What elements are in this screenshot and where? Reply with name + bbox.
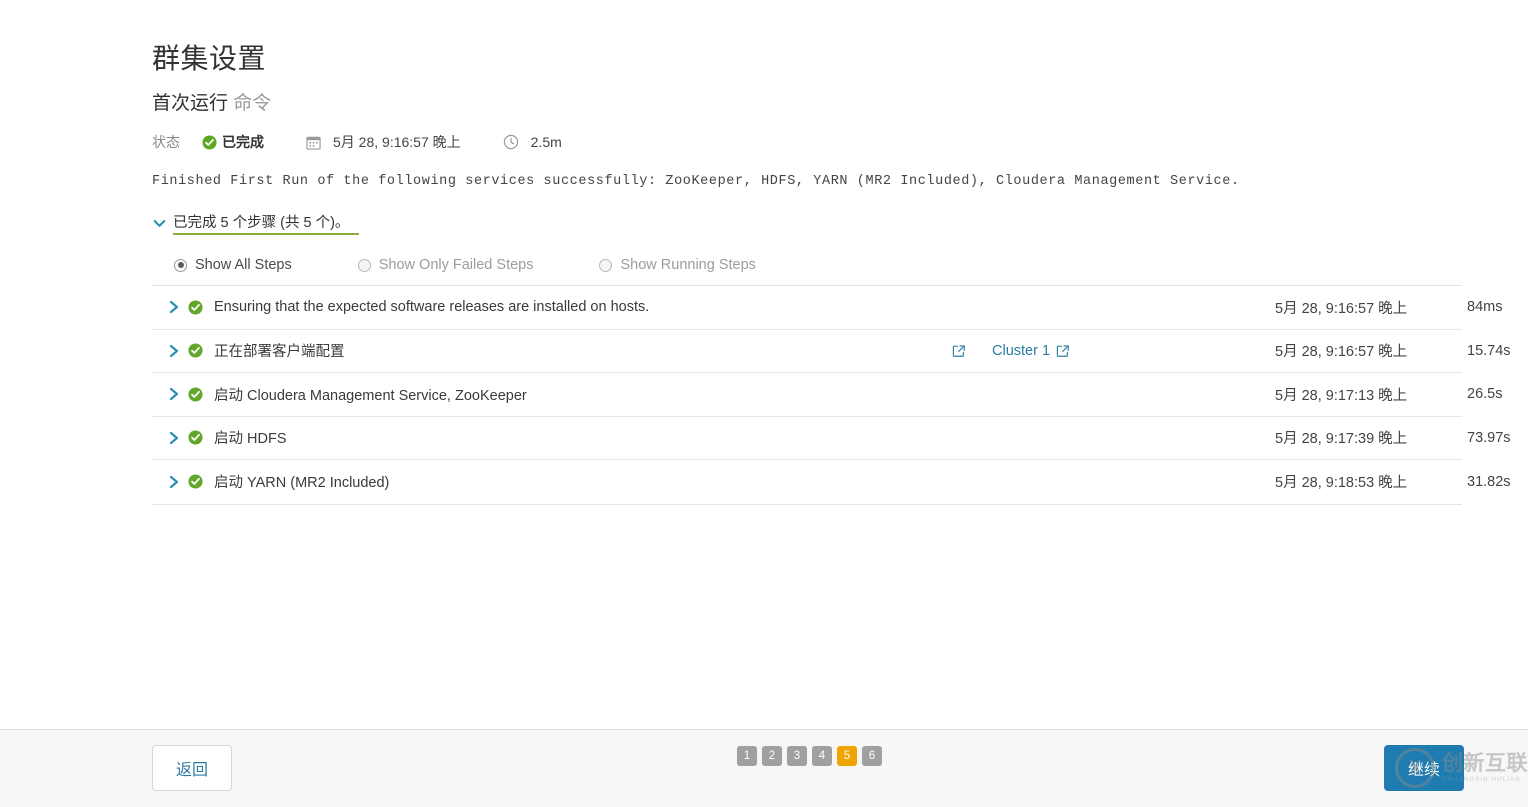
filter-show-all-steps[interactable]: Show All Steps: [174, 257, 292, 273]
external-link-icon: [1056, 344, 1070, 358]
page-step-5[interactable]: 5: [837, 746, 857, 766]
page-root: 群集设置 首次运行 命令 状态 已完成 5月 28, 9:16:57 晚上 2.…: [0, 0, 1528, 807]
chevron-right-icon[interactable]: [166, 387, 182, 401]
steps-summary-toggle[interactable]: 已完成 5 个步骤 (共 5 个)。: [152, 211, 360, 235]
chevron-right-icon[interactable]: [166, 431, 182, 445]
page-title: 群集设置: [152, 43, 267, 74]
success-check-icon: [186, 300, 204, 315]
step-time: 5月 28, 9:17:13 晚上: [1275, 387, 1408, 404]
radio-icon: [599, 258, 613, 272]
radio-icon: [357, 258, 371, 272]
footer-bar: 返回 继续: [0, 729, 1528, 807]
page-step-2[interactable]: 2: [762, 746, 782, 766]
step-name: 启动 YARN (MR2 Included): [214, 475, 390, 492]
success-check-icon: [186, 430, 204, 445]
success-check-icon: [186, 343, 204, 358]
page-step-3[interactable]: 3: [787, 746, 807, 766]
step-duration: 73.97s: [1467, 429, 1511, 446]
chevron-right-icon[interactable]: [166, 300, 182, 314]
status-value-text: 已完成: [222, 134, 264, 150]
calendar-icon: [306, 135, 321, 150]
step-duration: 15.74s: [1467, 342, 1511, 359]
step-name: 正在部署客户端配置: [214, 344, 345, 361]
filter-label: Show All Steps: [195, 257, 292, 273]
step-duration: 26.5s: [1467, 386, 1503, 403]
radio-icon: [174, 258, 187, 272]
duration-item: 2.5m: [503, 132, 562, 152]
filter-show-only-failed-steps[interactable]: Show Only Failed Steps: [357, 257, 534, 273]
cluster-link-label: Cluster 1: [992, 342, 1051, 359]
steps-summary-text: 已完成 5 个步骤 (共 5 个)。: [173, 211, 360, 235]
back-button[interactable]: 返回: [152, 745, 232, 791]
table-row[interactable]: 启动 Cloudera Management Service, ZooKeepe…: [152, 373, 1502, 417]
chevron-right-icon[interactable]: [166, 475, 182, 489]
status-label: 状态: [152, 134, 180, 150]
table-row[interactable]: 启动 YARN (MR2 Included) 5月 28, 9:18:53 晚上…: [152, 460, 1511, 504]
clock-icon: [503, 134, 519, 150]
subtitle-main: 首次运行: [152, 93, 229, 114]
status-timestamp: 5月 28, 9:16:57 晚上: [333, 134, 461, 150]
page-subtitle: 首次运行 命令: [152, 76, 1462, 116]
status-duration: 2.5m: [530, 134, 562, 150]
step-duration: 31.82s: [1467, 473, 1511, 490]
step-name: Ensuring that the expected software rele…: [214, 299, 650, 316]
table-row[interactable]: 启动 HDFS 5月 28, 9:17:39 晚上 73.97s: [152, 417, 1511, 460]
main-content: 群集设置 首次运行 命令 状态 已完成 5月 28, 9:16:57 晚上 2.…: [152, 0, 1511, 505]
command-description: Finished First Run of the following serv…: [152, 174, 1240, 189]
continue-button[interactable]: 继续: [1384, 745, 1464, 791]
status-badge: 已完成: [202, 132, 264, 152]
step-time: 5月 28, 9:18:53 晚上: [1275, 475, 1408, 492]
wizard-pagination: 1 2 3 4 5 6: [737, 746, 882, 766]
success-check-icon: [186, 474, 204, 489]
timestamp-item: 5月 28, 9:16:57 晚上: [306, 132, 461, 152]
filter-label: Show Only Failed Steps: [378, 257, 534, 273]
chevron-down-icon: [152, 216, 167, 231]
page-step-6[interactable]: 6: [862, 746, 882, 766]
step-time: 5月 28, 9:17:39 晚上: [1275, 431, 1408, 448]
table-row[interactable]: Ensuring that the expected software rele…: [152, 286, 1502, 330]
external-link-icon[interactable]: [952, 344, 966, 358]
status-row: 状态 已完成 5月 28, 9:16:57 晚上 2.5m: [152, 132, 1462, 152]
step-name: 启动 Cloudera Management Service, ZooKeepe…: [214, 387, 527, 404]
success-check-icon: [186, 387, 204, 402]
table-row[interactable]: 正在部署客户端配置 Cluster 1 5月 28, 9:16:57 晚上 15…: [152, 330, 1511, 373]
step-time: 5月 28, 9:16:57 晚上: [1275, 300, 1408, 317]
page-step-4[interactable]: 4: [812, 746, 832, 766]
cluster-link[interactable]: Cluster 1: [992, 343, 1070, 359]
steps-table: Ensuring that the expected software rele…: [152, 285, 1511, 505]
step-links: Cluster 1: [952, 343, 1070, 359]
step-name: 启动 HDFS: [214, 431, 287, 448]
step-filter-group: Show All Steps Show Only Failed Steps Sh…: [152, 257, 1462, 273]
chevron-right-icon[interactable]: [166, 344, 182, 358]
page-step-1[interactable]: 1: [737, 746, 757, 766]
filter-show-running-steps[interactable]: Show Running Steps: [599, 257, 756, 273]
step-time: 5月 28, 9:16:57 晚上: [1275, 344, 1408, 361]
check-circle-icon: [202, 134, 217, 150]
step-duration: 84ms: [1467, 299, 1503, 316]
filter-label: Show Running Steps: [620, 257, 756, 273]
subtitle-muted: 命令: [233, 93, 272, 114]
